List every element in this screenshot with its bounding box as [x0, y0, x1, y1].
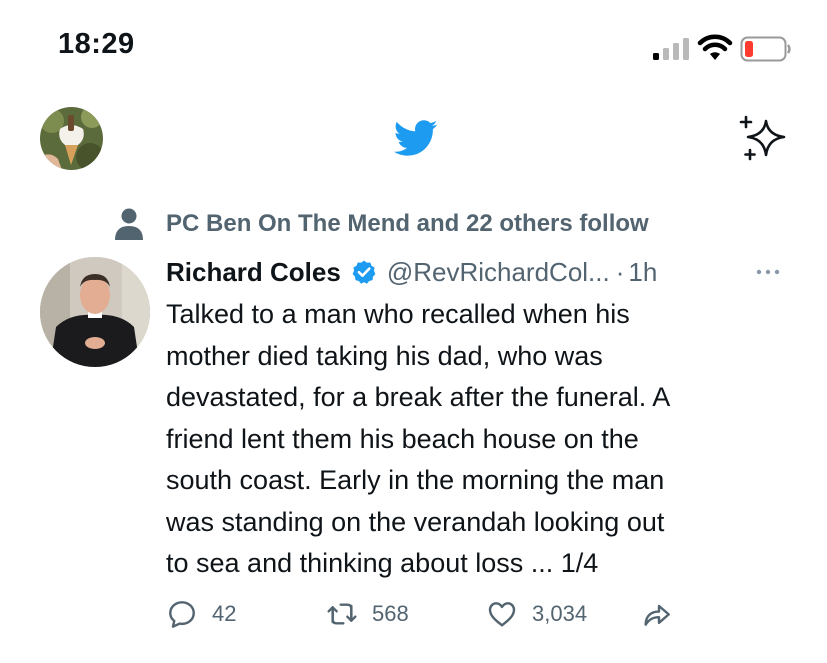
retweet-button[interactable]: 568	[326, 592, 409, 636]
twitter-bird-icon[interactable]	[387, 115, 443, 161]
author-name[interactable]: Richard Coles	[166, 257, 341, 288]
sparkle-icon[interactable]	[738, 113, 790, 163]
reply-button[interactable]: 42	[166, 592, 236, 636]
social-context-text[interactable]: PC Ben On The Mend and 22 others follow	[166, 210, 649, 238]
status-time: 18:29	[58, 28, 135, 60]
header-separator: ·	[615, 256, 625, 287]
tweet-text-line: to sea and thinking about loss ... 1/4	[166, 548, 599, 578]
retweet-count: 568	[372, 601, 409, 626]
heart-icon	[488, 602, 516, 627]
status-bar: 18:29	[0, 0, 827, 90]
like-button[interactable]: 3,034	[486, 592, 587, 636]
person-icon	[115, 208, 143, 240]
top-nav-bar	[0, 95, 827, 185]
more-options-icon[interactable]	[750, 254, 786, 290]
tweet-text-line: friend lent them his beach house on the	[166, 423, 639, 454]
retweet-icon	[327, 603, 357, 625]
author-avatar[interactable]	[40, 257, 150, 367]
author-handle[interactable]: @RevRichardCol...	[387, 257, 610, 288]
share-icon	[644, 604, 670, 626]
social-context: PC Ben On The Mend and 22 others follow	[112, 207, 649, 241]
cellular-signal-icon	[653, 38, 689, 60]
tweet-age[interactable]: 1h	[628, 257, 657, 288]
tweet-text-line: mother died taking his dad, who was	[166, 340, 603, 371]
tweet-header: Richard Coles @RevRichardCol... · 1h	[166, 254, 657, 290]
reply-count: 42	[212, 601, 237, 626]
wifi-icon	[697, 34, 733, 60]
like-count: 3,034	[532, 601, 588, 626]
tweet-text-line: was standing on the verandah looking out	[166, 506, 665, 537]
tweet-text-line: devastated, for a break after the funera…	[166, 382, 671, 412]
profile-avatar-icon[interactable]	[40, 107, 103, 170]
tweet-text[interactable]: Talked to a man who recalled when his mo…	[166, 294, 806, 585]
verified-badge-icon	[352, 260, 376, 284]
tweet-actions: 42 568 3,034	[166, 592, 726, 636]
tweet-text-line: south coast. Early in the morning the ma…	[166, 465, 665, 495]
tweet-text-line: Talked to a man who recalled when his	[166, 299, 630, 329]
share-button[interactable]	[641, 592, 673, 636]
reply-icon	[169, 601, 195, 628]
battery-low-icon	[740, 36, 791, 62]
